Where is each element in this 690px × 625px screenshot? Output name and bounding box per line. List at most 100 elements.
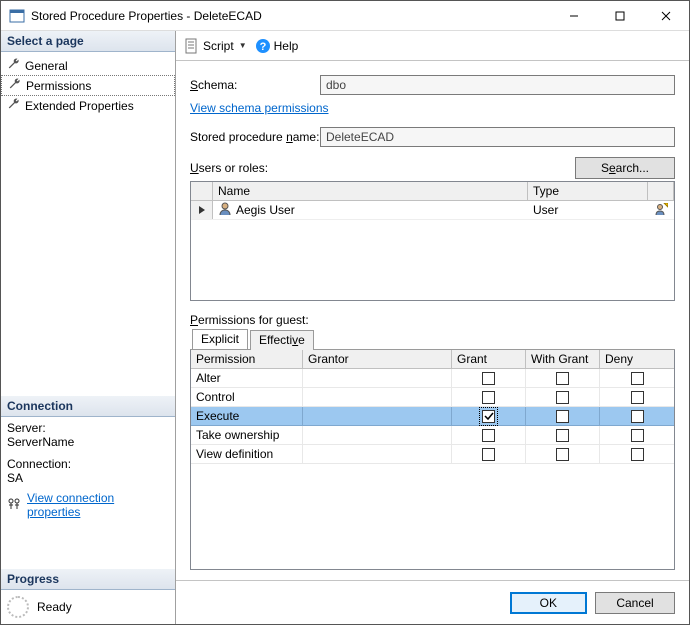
user-type-cell: User bbox=[528, 202, 648, 218]
perm-col-permission[interactable]: Permission bbox=[191, 350, 303, 368]
ok-button[interactable]: OK bbox=[510, 592, 587, 614]
nav-item-label: General bbox=[25, 59, 68, 73]
permission-row[interactable]: Take ownership bbox=[191, 426, 674, 445]
withgrant-cell[interactable] bbox=[526, 388, 600, 407]
grant-cell[interactable] bbox=[452, 407, 526, 426]
users-grid[interactable]: Name Type Aegis UserUser bbox=[190, 181, 675, 301]
connection-header: Connection bbox=[1, 396, 175, 417]
checkbox[interactable] bbox=[556, 410, 569, 423]
wrench-icon bbox=[8, 77, 22, 94]
permission-name-cell: Take ownership bbox=[191, 426, 303, 445]
progress-status: Ready bbox=[37, 600, 72, 614]
perm-col-deny[interactable]: Deny bbox=[600, 350, 674, 368]
connection-label: Connection: bbox=[7, 457, 169, 471]
user-action-button[interactable] bbox=[648, 202, 674, 218]
schema-field[interactable] bbox=[320, 75, 675, 95]
checkbox[interactable] bbox=[482, 429, 495, 442]
deny-cell[interactable] bbox=[600, 426, 674, 445]
grantor-cell bbox=[303, 445, 452, 464]
checkbox[interactable] bbox=[631, 448, 644, 461]
nav-item-permissions[interactable]: Permissions bbox=[1, 75, 175, 96]
users-col-name[interactable]: Name bbox=[213, 182, 528, 200]
search-button[interactable]: Search... bbox=[575, 157, 675, 179]
withgrant-cell[interactable] bbox=[526, 426, 600, 445]
permission-row[interactable]: Alter bbox=[191, 369, 674, 388]
grant-cell[interactable] bbox=[452, 445, 526, 464]
script-dropdown[interactable]: Script ▼ bbox=[184, 38, 247, 54]
main-panel: Script ▼ ? Help Schema: View schema perm… bbox=[176, 31, 689, 624]
checkbox[interactable] bbox=[482, 372, 495, 385]
withgrant-cell[interactable] bbox=[526, 407, 600, 426]
select-page-header: Select a page bbox=[1, 31, 175, 52]
grantor-cell bbox=[303, 426, 452, 445]
checkbox[interactable] bbox=[631, 429, 644, 442]
chevron-down-icon: ▼ bbox=[239, 41, 247, 50]
maximize-button[interactable] bbox=[597, 1, 643, 31]
permission-row[interactable]: Execute bbox=[191, 407, 674, 426]
nav-item-extended-properties[interactable]: Extended Properties bbox=[1, 96, 175, 115]
perm-col-withgrant[interactable]: With Grant bbox=[526, 350, 600, 368]
permission-row[interactable]: View definition bbox=[191, 445, 674, 464]
view-connection-properties-link[interactable]: View connection properties bbox=[27, 491, 169, 519]
checkbox[interactable] bbox=[556, 372, 569, 385]
users-roles-label: Users or roles: bbox=[190, 161, 575, 175]
checkbox[interactable] bbox=[482, 448, 495, 461]
sidebar: Select a page General Permissions Extended… bbox=[1, 31, 176, 624]
connection-value: SA bbox=[7, 471, 169, 485]
window-title: Stored Procedure Properties - DeleteECAD bbox=[31, 9, 551, 23]
tab-effective[interactable]: Effective bbox=[250, 330, 314, 350]
permission-name-cell: Control bbox=[191, 388, 303, 407]
app-icon bbox=[9, 8, 25, 24]
nav-item-general[interactable]: General bbox=[1, 56, 175, 75]
permissions-for-label: Permissions for guest: bbox=[190, 313, 675, 327]
checkbox[interactable] bbox=[482, 410, 495, 423]
deny-cell[interactable] bbox=[600, 445, 674, 464]
withgrant-cell[interactable] bbox=[526, 369, 600, 388]
checkbox[interactable] bbox=[631, 410, 644, 423]
grant-cell[interactable] bbox=[452, 388, 526, 407]
script-icon bbox=[184, 38, 200, 54]
help-icon: ? bbox=[255, 38, 271, 54]
nav-item-label: Extended Properties bbox=[25, 99, 134, 113]
script-label: Script bbox=[203, 39, 234, 53]
permissions-grid[interactable]: Permission Grantor Grant With Grant Deny… bbox=[190, 350, 675, 570]
tab-explicit[interactable]: Explicit bbox=[192, 329, 248, 349]
view-schema-permissions-link[interactable]: View schema permissions bbox=[190, 101, 329, 115]
toolbar: Script ▼ ? Help bbox=[176, 31, 689, 61]
grant-cell[interactable] bbox=[452, 426, 526, 445]
sp-name-field[interactable] bbox=[320, 127, 675, 147]
permission-name-cell: View definition bbox=[191, 445, 303, 464]
checkbox[interactable] bbox=[556, 391, 569, 404]
deny-cell[interactable] bbox=[600, 407, 674, 426]
checkbox[interactable] bbox=[482, 391, 495, 404]
help-label: Help bbox=[274, 39, 299, 53]
schema-label: Schema: bbox=[190, 78, 320, 92]
help-button[interactable]: ? Help bbox=[255, 38, 299, 54]
user-row[interactable]: Aegis UserUser bbox=[191, 201, 674, 220]
dialog-window: Stored Procedure Properties - DeleteECAD… bbox=[0, 0, 690, 625]
cancel-button[interactable]: Cancel bbox=[595, 592, 675, 614]
dialog-footer: OK Cancel bbox=[176, 580, 689, 624]
deny-cell[interactable] bbox=[600, 369, 674, 388]
checkbox[interactable] bbox=[556, 448, 569, 461]
connection-icon bbox=[7, 497, 21, 514]
close-button[interactable] bbox=[643, 1, 689, 31]
perm-col-grantor[interactable]: Grantor bbox=[303, 350, 452, 368]
checkbox[interactable] bbox=[556, 429, 569, 442]
server-value: ServerName bbox=[7, 435, 169, 449]
deny-cell[interactable] bbox=[600, 388, 674, 407]
user-name-cell: Aegis User bbox=[213, 201, 528, 220]
wrench-icon bbox=[7, 57, 21, 74]
withgrant-cell[interactable] bbox=[526, 445, 600, 464]
grantor-cell bbox=[303, 369, 452, 388]
row-header bbox=[191, 201, 213, 219]
users-col-type[interactable]: Type bbox=[528, 182, 648, 200]
checkbox[interactable] bbox=[631, 372, 644, 385]
sp-name-label: Stored procedure name: bbox=[190, 130, 320, 144]
perm-col-grant[interactable]: Grant bbox=[452, 350, 526, 368]
grantor-cell bbox=[303, 388, 452, 407]
permission-row[interactable]: Control bbox=[191, 388, 674, 407]
grant-cell[interactable] bbox=[452, 369, 526, 388]
minimize-button[interactable] bbox=[551, 1, 597, 31]
checkbox[interactable] bbox=[631, 391, 644, 404]
